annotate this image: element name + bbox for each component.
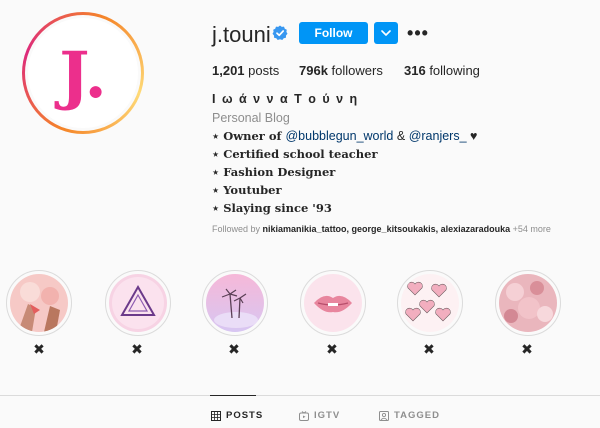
posts-count: 1,201 (212, 63, 245, 78)
story-highlight-florals[interactable] (495, 270, 561, 336)
highlight-close-icon: ✖ (326, 341, 338, 357)
full-name: Ι ω ά ν ν α Τ ο ύ ν η (212, 92, 359, 106)
followed-by-names[interactable]: nikiamanikia_tattoo, george_kitsoukakis,… (263, 224, 511, 234)
followers-label: followers (327, 63, 383, 78)
verified-badge-icon (272, 25, 288, 40)
bio-line-owner: ⋆ Owner of @bubblegun_world & @ranjers_ … (212, 129, 592, 147)
posts-stat: 1,201 posts (212, 63, 279, 78)
highlight-image (206, 274, 264, 332)
more-options-icon[interactable]: ••• (407, 23, 429, 43)
followed-by-prefix: Followed by (212, 224, 263, 234)
tab-igtv[interactable]: IGTV (299, 410, 340, 421)
highlight-close-icon: ✖ (131, 341, 143, 357)
chevron-down-icon (381, 30, 391, 36)
bio-line-slaying: ⋆ Slaying since '93 (212, 201, 332, 215)
follow-button[interactable]: Follow (299, 22, 368, 44)
highlight-close-icon: ✖ (228, 341, 240, 357)
username: j.touni (212, 22, 271, 47)
followers-stat[interactable]: 796k followers (299, 63, 383, 78)
profile-bio: Ι ω ά ν ν α Τ ο ύ ν η Personal Blog ⋆ Ow… (212, 92, 592, 219)
mention-link-ranjers[interactable]: @ranjers_ (409, 129, 467, 143)
story-highlight-lips[interactable] (300, 270, 366, 336)
mention-link-bubblegun[interactable]: @bubblegun_world (285, 129, 393, 143)
grid-icon (211, 410, 221, 421)
tagged-icon (379, 410, 389, 421)
avatar[interactable]: J. (28, 18, 138, 128)
tab-tagged-label: TAGGED (394, 410, 440, 421)
highlight-close-icon: ✖ (423, 341, 435, 357)
tab-igtv-label: IGTV (314, 410, 341, 421)
tab-posts[interactable]: POSTS (211, 410, 263, 421)
followers-count: 796k (299, 63, 328, 78)
story-highlight-hands[interactable] (6, 270, 72, 336)
suggested-dropdown-button[interactable] (374, 22, 398, 44)
bio-line-youtuber: ⋆ Youtuber (212, 183, 282, 197)
tab-posts-label: POSTS (226, 410, 264, 421)
highlight-close-icon: ✖ (521, 341, 533, 357)
followed-by-more[interactable]: +54 more (510, 224, 551, 234)
highlight-image (499, 274, 557, 332)
heart-icon: ♥ (466, 129, 478, 143)
story-highlight-palms[interactable] (202, 270, 268, 336)
highlight-close-icon: ✖ (33, 341, 45, 357)
tabs-divider (0, 395, 600, 396)
following-count: 316 (404, 63, 426, 78)
following-stat[interactable]: 316 following (404, 63, 480, 78)
category-label: Personal Blog (212, 111, 290, 125)
posts-label: posts (244, 63, 280, 78)
bio-ampersand: & (393, 129, 409, 143)
active-tab-indicator (210, 395, 256, 396)
avatar-inner: J. (25, 15, 141, 131)
story-highlight-triangle[interactable] (105, 270, 171, 336)
followed-by[interactable]: Followed by nikiamanikia_tattoo, george_… (212, 224, 551, 234)
tab-tagged[interactable]: TAGGED (379, 410, 440, 421)
highlight-image (304, 274, 362, 332)
profile-avatar-ring[interactable]: J. (22, 12, 144, 134)
highlight-image (109, 274, 167, 332)
story-highlight-hearts[interactable] (397, 270, 463, 336)
igtv-icon (299, 410, 309, 421)
bio-line-designer: ⋆ Fashion Designer (212, 165, 336, 179)
bio-line-teacher: ⋆ Certified school teacher (212, 147, 378, 161)
bio-owner-prefix: ⋆ Owner of (212, 129, 286, 143)
highlight-image (10, 274, 68, 332)
highlight-image (401, 274, 459, 332)
following-label: following (425, 63, 480, 78)
